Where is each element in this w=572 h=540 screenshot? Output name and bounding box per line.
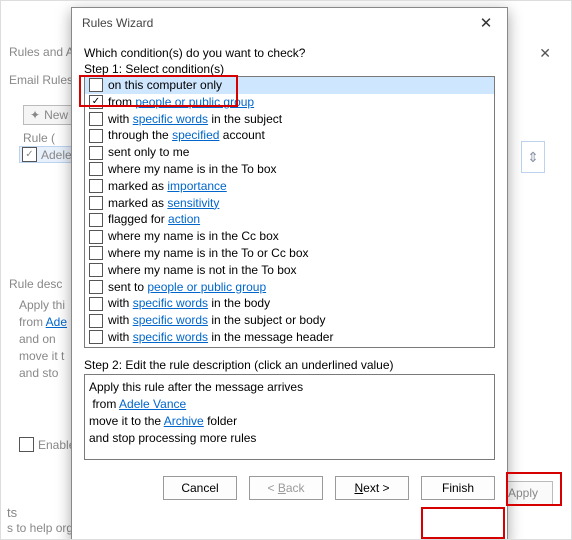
enable-rules-checkbox[interactable] — [19, 437, 34, 452]
background-close-icon[interactable]: ✕ — [539, 45, 551, 62]
sparkle-icon: ✦ — [30, 108, 40, 122]
condition-text: with specific words in the subject or bo… — [108, 312, 325, 329]
step1-label: Step 1: Select condition(s) — [84, 62, 495, 76]
condition-text: where my name is not in the To box — [108, 262, 297, 279]
dialog-title: Rules Wizard — [82, 16, 153, 30]
condition-text: where my name is in the To box — [108, 161, 277, 178]
enable-rules-label: Enable — [38, 438, 75, 452]
condition-value-link[interactable]: specific words — [133, 330, 208, 344]
condition-checkbox[interactable] — [89, 146, 103, 160]
condition-text: marked as importance — [108, 178, 227, 195]
condition-checkbox[interactable] — [89, 347, 103, 348]
back-button[interactable]: < Back — [249, 476, 323, 500]
footer-text-1: ts — [7, 505, 17, 520]
background-section-label: Email Rules — [9, 73, 73, 87]
condition-prompt: Which condition(s) do you want to check? — [84, 46, 495, 60]
rule-tool-icon: ⇕ — [521, 141, 545, 173]
condition-row[interactable]: where my name is in the Cc box — [85, 228, 494, 245]
condition-checkbox[interactable] — [89, 129, 103, 143]
condition-checkbox[interactable] — [89, 78, 103, 92]
condition-text: on this computer only — [108, 77, 222, 94]
condition-text: with specific words in the subject — [108, 111, 282, 128]
condition-checkbox[interactable] — [89, 263, 103, 277]
condition-value-link[interactable]: people or public group — [135, 95, 254, 109]
condition-row[interactable]: where my name is in the To box — [85, 161, 494, 178]
desc-line2: from Adele Vance — [89, 396, 490, 413]
condition-checkbox[interactable] — [89, 314, 103, 328]
condition-row[interactable]: where my name is not in the To box — [85, 262, 494, 279]
footer-text-2: s to help orga — [7, 521, 80, 535]
condition-row[interactable]: flagged for action — [85, 211, 494, 228]
condition-text: sent to people or public group — [108, 279, 266, 296]
rule-description-box: Apply this rule after the message arrive… — [84, 374, 495, 460]
condition-checkbox[interactable] — [89, 280, 103, 294]
condition-row[interactable]: with specific words in the body — [85, 295, 494, 312]
background-tab: Rules and A — [9, 45, 74, 59]
desc-line4: and stop processing more rules — [89, 430, 490, 447]
rule-description-preview: Apply thi from Ade and on move it t and … — [19, 297, 71, 382]
next-button[interactable]: Next > — [335, 476, 409, 500]
dialog-titlebar: Rules Wizard ✕ — [72, 8, 507, 36]
condition-value-link[interactable]: specific words — [133, 112, 208, 126]
condition-text: marked as sensitivity — [108, 195, 219, 212]
condition-text: with specific words in the recipient's a… — [108, 346, 344, 348]
condition-row[interactable]: with specific words in the message heade… — [85, 329, 494, 346]
condition-row[interactable]: marked as importance — [85, 178, 494, 195]
condition-row[interactable]: where my name is in the To or Cc box — [85, 245, 494, 262]
condition-checkbox[interactable]: ✓ — [89, 95, 103, 109]
condition-text: with specific words in the body — [108, 295, 270, 312]
condition-row[interactable]: sent only to me — [85, 144, 494, 161]
condition-checkbox[interactable] — [89, 179, 103, 193]
condition-row[interactable]: with specific words in the recipient's a… — [85, 346, 494, 348]
condition-text: from people or public group — [108, 94, 254, 111]
condition-value-link[interactable]: action — [168, 212, 200, 226]
condition-row[interactable]: with specific words in the subject or bo… — [85, 312, 494, 329]
rule-name-truncated: Rule ( — [23, 131, 55, 145]
app-stage: Rules and A ✕ Email Rules ✦ New R Rule (… — [0, 0, 572, 540]
condition-row[interactable]: sent to people or public group — [85, 279, 494, 296]
condition-text: where my name is in the To or Cc box — [108, 245, 309, 262]
condition-text: through the specified account — [108, 127, 265, 144]
condition-text: sent only to me — [108, 144, 189, 161]
condition-text: flagged for action — [108, 211, 200, 228]
rule-description-label: Rule desc — [9, 277, 62, 291]
condition-row[interactable]: marked as sensitivity — [85, 195, 494, 212]
desc-line1: Apply this rule after the message arrive… — [89, 379, 490, 396]
desc-from-link[interactable]: Adele Vance — [119, 397, 186, 411]
wizard-button-row: Cancel < Back Next > Finish — [84, 476, 495, 500]
rule-list-item-adele[interactable]: ✓ Adele — [19, 146, 79, 163]
condition-checkbox[interactable] — [89, 112, 103, 126]
conditions-listbox[interactable]: on this computer only ✓ from people or pub… — [84, 76, 495, 348]
condition-text: with specific words in the message heade… — [108, 329, 333, 346]
condition-row[interactable]: with specific words in the subject — [85, 111, 494, 128]
desc-line3: move it to the Archive folder — [89, 413, 490, 430]
step2-label: Step 2: Edit the rule description (click… — [84, 358, 495, 372]
condition-value-link[interactable]: specific words — [133, 296, 208, 310]
condition-row[interactable]: on this computer only — [85, 77, 494, 94]
condition-checkbox[interactable] — [89, 246, 103, 260]
condition-value-link[interactable]: specific words — [133, 313, 208, 327]
condition-checkbox[interactable] — [89, 230, 103, 244]
rule-list-label: Adele — [41, 148, 72, 162]
condition-value-link[interactable]: sensitivity — [167, 196, 219, 210]
condition-checkbox[interactable] — [89, 213, 103, 227]
rules-wizard-dialog: Rules Wizard ✕ Which condition(s) do you… — [71, 7, 508, 540]
condition-checkbox[interactable] — [89, 297, 103, 311]
close-icon[interactable]: ✕ — [473, 14, 499, 32]
condition-row[interactable]: through the specified account — [85, 127, 494, 144]
condition-checkbox[interactable] — [89, 196, 103, 210]
finish-button[interactable]: Finish — [421, 476, 495, 500]
rule-list-checkbox[interactable]: ✓ — [22, 147, 37, 162]
condition-checkbox[interactable] — [89, 330, 103, 344]
condition-text: where my name is in the Cc box — [108, 228, 279, 245]
condition-value-link[interactable]: specified — [172, 128, 219, 142]
desc-folder-link[interactable]: Archive — [164, 414, 204, 428]
condition-value-link[interactable]: people or public group — [147, 280, 266, 294]
condition-value-link[interactable]: importance — [167, 179, 226, 193]
enable-rules-row[interactable]: Enable — [19, 437, 75, 452]
condition-checkbox[interactable] — [89, 162, 103, 176]
condition-value-link[interactable]: specific words — [133, 347, 208, 348]
cancel-button[interactable]: Cancel — [163, 476, 237, 500]
condition-row[interactable]: ✓ from people or public group — [85, 94, 494, 111]
